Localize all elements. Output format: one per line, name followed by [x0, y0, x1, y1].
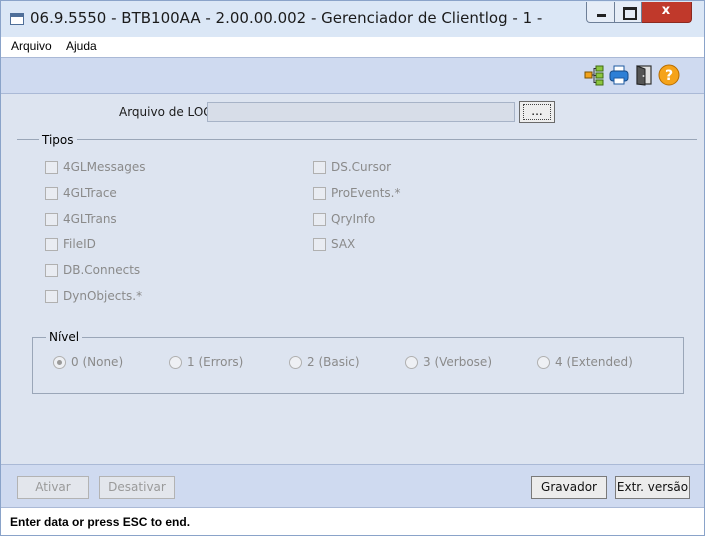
minimize-button[interactable]	[586, 2, 615, 23]
extr-versao-button[interactable]: Extr. versão	[615, 476, 690, 499]
exit-door-icon[interactable]	[633, 64, 655, 86]
menu-ajuda[interactable]: Ajuda	[66, 39, 97, 53]
window-icon	[10, 13, 24, 25]
desativar-button[interactable]: Desativar	[99, 476, 175, 499]
browse-button[interactable]: ...	[519, 101, 555, 123]
app-window: 06.9.5550 - BTB100AA - 2.00.00.002 - Ger…	[0, 0, 705, 536]
toolbar: ?	[1, 57, 704, 94]
log-file-label: Arquivo de LOG:	[119, 105, 217, 119]
close-button[interactable]: x	[642, 2, 692, 23]
main-panel: Arquivo de LOG: ... Tipos 4GLMessages 4G…	[1, 94, 704, 464]
close-icon: x	[661, 3, 671, 18]
printer-icon[interactable]	[608, 64, 630, 86]
status-text: Enter data or press ESC to end.	[10, 515, 191, 529]
maximize-button[interactable]	[615, 2, 642, 23]
hierarchy-icon[interactable]	[583, 64, 605, 86]
status-bar: Enter data or press ESC to end.	[1, 507, 704, 535]
button-bar: Ativar Desativar Gravador Extr. versão	[1, 464, 704, 507]
menu-bar: Arquivo Ajuda	[1, 37, 704, 57]
browse-button-label: ...	[523, 104, 551, 120]
ativar-button[interactable]: Ativar	[17, 476, 89, 499]
tipos-title: Tipos	[39, 133, 77, 147]
nivel-title: Nível	[46, 330, 83, 344]
title-bar[interactable]: 06.9.5550 - BTB100AA - 2.00.00.002 - Ger…	[1, 1, 704, 37]
svg-text:?: ?	[665, 68, 673, 84]
help-icon[interactable]: ?	[658, 64, 680, 86]
gravador-button[interactable]: Gravador	[531, 476, 607, 499]
log-file-input[interactable]	[207, 102, 515, 122]
menu-arquivo[interactable]: Arquivo	[11, 39, 52, 53]
window-title: 06.9.5550 - BTB100AA - 2.00.00.002 - Ger…	[30, 9, 543, 27]
